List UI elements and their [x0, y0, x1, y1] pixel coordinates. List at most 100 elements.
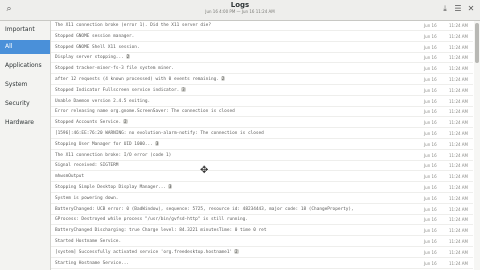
log-message-text: System is powering down.: [55, 195, 119, 201]
log-message: Stopping User Manager for UID 1000... 3: [55, 140, 415, 149]
log-message: Starting Hostname Service...: [55, 260, 415, 268]
log-row[interactable]: Stopping User Manager for UID 1000... 3 Ju…: [51, 140, 473, 150]
log-time: 11:24 AM: [449, 217, 468, 223]
log-message-text: The X11 connection broke: I/O error (cod…: [55, 152, 172, 158]
log-date: Jun 16: [424, 195, 437, 201]
scrollbar-thumb[interactable]: [475, 23, 479, 63]
log-date: Jun 16: [424, 87, 437, 93]
log-row[interactable]: BatteryChanged: UCB error: 0 (BadWindow)…: [51, 205, 473, 215]
log-row[interactable]: mhwsmOutput Jun 16 11:24 AM: [51, 172, 473, 183]
log-time: 11:24 AM: [449, 109, 468, 115]
scrollbar[interactable]: [474, 21, 480, 270]
log-message-text: [1596]:46:EE:76:20 WARNING: no evolution…: [55, 131, 264, 136]
log-row[interactable]: Stopped GNOME Shell X11 session. Jun 16 11…: [51, 43, 473, 53]
log-message: [1596]:46:EE:76:20 WARNING: no evolution…: [55, 130, 415, 138]
log-message: Signal received: SIGTERM: [55, 162, 415, 170]
log-row[interactable]: [system] Successfully activated service …: [51, 248, 473, 258]
log-row[interactable]: System is powering down. Jun 16 11:24 AM: [51, 194, 473, 204]
log-message: Display server stopping... 2: [55, 54, 415, 62]
log-time: 11:24 AM: [449, 174, 468, 180]
log-date: Jun 16: [424, 206, 437, 212]
repeat-count-badge: 3: [154, 140, 160, 146]
log-date: Jun 16: [424, 120, 437, 126]
log-date: Jun 16: [424, 131, 437, 136]
log-time: 11:24 AM: [449, 141, 468, 147]
log-date: Jun 16: [424, 23, 437, 28]
log-row[interactable]: Stopped GNOME session manager. Jun 16 11:2…: [51, 32, 473, 42]
log-row[interactable]: Stopped Accounts Service. 2 Jun 16 11:24 AM: [51, 118, 473, 129]
log-message-text: Stopped Accounts Service.: [55, 120, 122, 126]
log-row[interactable]: BatteryChanged Discharging: true Charge …: [51, 226, 473, 237]
log-message-text: BatteryChanged: UCB error: 0 (BadWindow)…: [55, 206, 354, 212]
log-date: Jun 16: [424, 141, 437, 147]
log-message: after 12 requests (4 known processed) wi…: [55, 76, 415, 84]
log-message-text: Started Hostname Service.: [55, 239, 122, 244]
log-row[interactable]: Stopping Simple Desktop Display Manager.…: [51, 183, 473, 193]
menu-icon[interactable]: ☰: [453, 4, 463, 14]
sidebar-item-hardware[interactable]: Hardware: [0, 116, 50, 130]
log-row[interactable]: Unable Daemon version 2.4.5 exiting. Jun …: [51, 97, 473, 107]
log-message-text: Stopping Simple Desktop Display Manager.…: [55, 185, 167, 190]
search-icon[interactable]: ⌕: [3, 3, 15, 15]
log-time: 11:24 AM: [449, 185, 468, 190]
log-row[interactable]: The X11 connection broke: I/O error (cod…: [51, 151, 473, 161]
log-date: Jun 16: [424, 55, 437, 61]
log-date: Jun 16: [424, 174, 437, 180]
sidebar-item-security[interactable]: Security: [0, 97, 50, 111]
log-row[interactable]: Signal received: SIGTERM Jun 16 11:24 AM: [51, 161, 473, 172]
export-icon[interactable]: ⤓: [440, 4, 450, 14]
sidebar-item-applications[interactable]: Applications: [0, 59, 50, 73]
log-row[interactable]: Stopped Indicator Fullscreen service ind…: [51, 86, 473, 96]
window-subtitle: Jun 16 4:00 PM — Jun 16 11:24 AM: [205, 9, 275, 14]
log-message: The X11 connection broke (error 1). Did …: [55, 22, 415, 30]
log-time: 11:24 AM: [449, 66, 468, 72]
log-date: Jun 16: [424, 152, 437, 158]
log-time: 11:24 AM: [449, 98, 468, 104]
log-date: Jun 16: [424, 109, 437, 115]
log-time: 11:24 AM: [449, 120, 468, 126]
log-row[interactable]: [1596]:46:EE:76:20 WARNING: no evolution…: [51, 129, 473, 139]
log-row[interactable]: GProcess: Destroyed while process "/usr/…: [51, 215, 473, 226]
log-message: System is powering down.: [55, 195, 415, 203]
repeat-count-badge: 2: [125, 54, 131, 60]
log-row[interactable]: Started Hostname Service. Jun 16 11:24 AM: [51, 237, 473, 247]
log-message-text: Unable Daemon version 2.4.5 exiting.: [55, 98, 151, 104]
log-row[interactable]: The X11 connection broke (error 1). Did …: [51, 21, 473, 31]
sidebar-item-all[interactable]: All: [0, 40, 50, 54]
log-time: 11:24 AM: [449, 152, 468, 158]
log-message: Stopped Accounts Service. 2: [55, 119, 415, 127]
log-date: Jun 16: [424, 98, 437, 104]
log-row[interactable]: Error releasing name org.gnome.ScreenSav…: [51, 107, 473, 118]
log-date: Jun 16: [424, 228, 437, 234]
log-message: Unable Daemon version 2.4.5 exiting.: [55, 98, 415, 106]
log-time: 11:24 AM: [449, 206, 468, 212]
log-message-text: Signal received: SIGTERM: [55, 163, 119, 169]
sidebar-item-system[interactable]: System: [0, 78, 50, 92]
log-row[interactable]: after 12 requests (4 known processed) wi…: [51, 75, 473, 85]
title-block: Logs Jun 16 4:00 PM — Jun 16 11:24 AM: [180, 1, 300, 15]
log-time: 11:24 AM: [449, 131, 468, 136]
log-message: [system] Successfully activated service …: [55, 248, 415, 257]
repeat-count-badge: 3: [168, 184, 173, 189]
log-row[interactable]: Starting Hostname Service... Jun 16 11:24 …: [51, 259, 473, 269]
log-row[interactable]: Stopped tracker-miner-fs-3 file system m…: [51, 64, 473, 75]
log-message: Stopped GNOME Shell X11 session.: [55, 44, 415, 52]
log-date: Jun 16: [424, 217, 437, 223]
sidebar-item-important[interactable]: Important: [0, 23, 50, 37]
log-time: 11:24 AM: [449, 44, 468, 50]
log-message: BatteryChanged: UCB error: 0 (BadWindow)…: [55, 206, 415, 214]
window-title: Logs: [230, 1, 250, 9]
log-message: GProcess: Destroyed while process "/usr/…: [55, 216, 415, 224]
log-date: Jun 16: [424, 44, 437, 50]
log-message: Stopped tracker-miner-fs-3 file system m…: [55, 65, 415, 73]
log-row[interactable]: Display server stopping... 2 Jun 16 11:24 A…: [51, 53, 473, 64]
log-list: The X11 connection broke (error 1). Did …: [51, 21, 473, 270]
repeat-count-badge: 2: [123, 119, 128, 125]
close-icon[interactable]: ✕: [466, 4, 476, 14]
log-message: Stopping Simple Desktop Display Manager.…: [55, 184, 415, 192]
log-date: Jun 16: [424, 77, 437, 82]
log-message-text: GProcess: Destroyed while process "/usr/…: [55, 217, 248, 223]
log-message-text: Starting Hostname Service...: [55, 260, 130, 266]
log-time: 11:24 AM: [449, 249, 468, 255]
log-date: Jun 16: [424, 66, 437, 72]
